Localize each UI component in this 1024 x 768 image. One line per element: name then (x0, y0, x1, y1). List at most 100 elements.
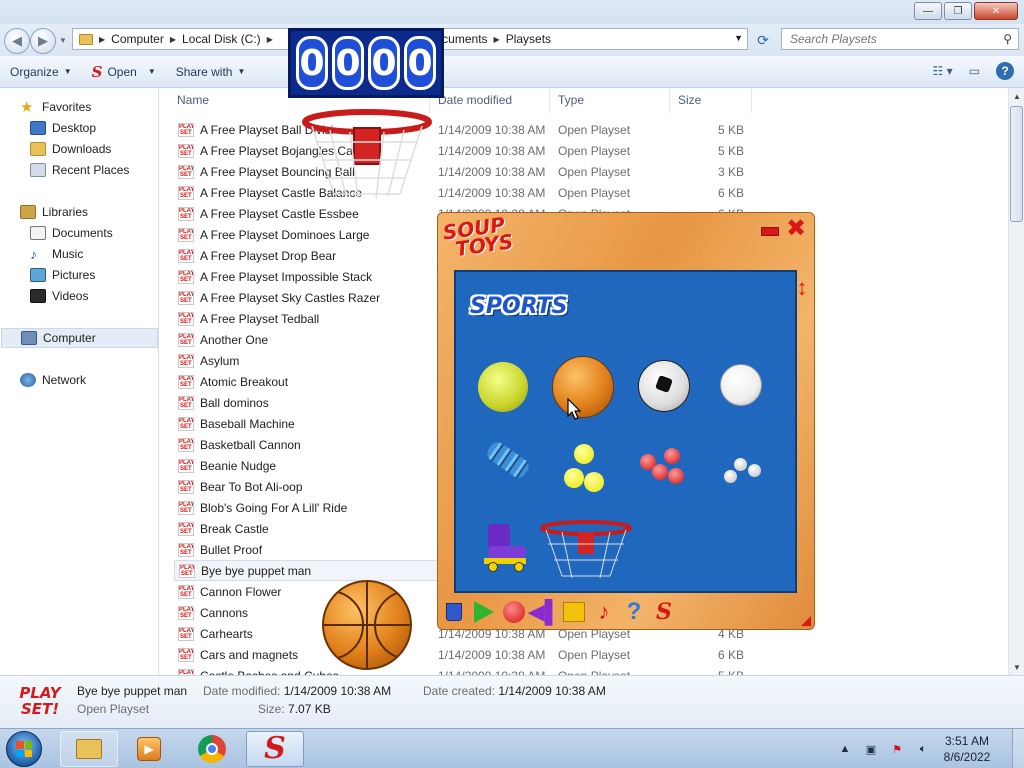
stop-icon[interactable] (502, 600, 526, 624)
nav-label: Libraries (42, 205, 89, 219)
resize-grip-icon[interactable] (801, 616, 811, 626)
yellow-balls-item[interactable] (564, 444, 606, 494)
score-digit: 0 (368, 36, 400, 90)
taskbar-chrome[interactable] (183, 731, 241, 767)
file-name: A Free Playset Dominoes Large (200, 227, 370, 242)
rewind-icon[interactable]: ◀▌ (528, 599, 561, 624)
recent-pages-chevron-icon[interactable]: ▼ (59, 36, 67, 45)
playset-minimize-button[interactable] (761, 227, 779, 236)
breadcrumb-local-disk[interactable]: Local Disk (C:) (182, 32, 261, 46)
file-row[interactable]: A Free Playset Bouncing Ball1/14/2009 10… (174, 161, 752, 182)
soup-logo-icon[interactable]: S (652, 599, 676, 625)
file-row[interactable]: A Free Playset Castle Balance1/14/2009 1… (174, 182, 752, 203)
vertical-scrollbar[interactable]: ▲ ▼ (1008, 88, 1024, 675)
file-date-modified: 1/14/2009 10:38 AM (438, 164, 546, 179)
playset-file-icon (178, 164, 194, 179)
close-button[interactable]: ✕ (974, 2, 1018, 20)
taskbar-media-player[interactable]: ▶ (120, 731, 178, 767)
navigation-pane: ★ Favorites Desktop Downloads Recent Plac… (0, 88, 159, 675)
scroll-down-icon[interactable]: ▼ (1009, 659, 1024, 675)
show-hidden-icons-icon[interactable]: ▲ (838, 742, 852, 756)
playset-file-icon (178, 647, 194, 662)
maximize-button[interactable]: ❐ (944, 2, 972, 20)
action-center-flag-icon[interactable]: ⚑ (890, 742, 904, 756)
basketball-hoop-sprite[interactable] (300, 108, 434, 200)
music-icon[interactable]: ♪ (592, 599, 616, 624)
breadcrumb-separator-icon[interactable]: ▶ (99, 35, 105, 44)
minimize-button[interactable]: — (914, 2, 942, 20)
column-date-modified[interactable]: Date modified (430, 88, 550, 113)
red-balls-item[interactable] (640, 448, 686, 490)
tennis-ball-item[interactable] (478, 362, 528, 412)
refresh-button[interactable]: ⟳ (752, 29, 774, 51)
column-size[interactable]: Size (670, 88, 752, 113)
help-icon[interactable]: ? (996, 62, 1014, 80)
scroll-thumb[interactable] (1010, 106, 1023, 222)
back-button[interactable]: ◀ (4, 28, 30, 54)
chrome-icon (198, 735, 226, 763)
file-row[interactable]: Castle Bashes and Cubes1/14/2009 10:38 A… (174, 665, 752, 675)
open-button[interactable]: S Open ▼ (82, 56, 166, 87)
breadcrumb-separator-icon[interactable]: ▶ (267, 35, 273, 44)
windows-logo-icon (16, 741, 32, 757)
help-icon[interactable]: ? (622, 598, 646, 625)
taskbar-playsets[interactable]: S (246, 731, 304, 767)
basketball-sprite[interactable] (322, 580, 412, 670)
nav-computer[interactable]: Computer (1, 328, 158, 348)
breadcrumb-computer[interactable]: Computer (111, 32, 164, 46)
taskbar-explorer[interactable] (60, 731, 118, 767)
basketball-item[interactable] (552, 356, 614, 418)
file-row[interactable]: A Free Playset Bojangles Castle1/14/2009… (174, 140, 752, 161)
logo-line: SET! (20, 700, 60, 718)
playset-file-icon (178, 437, 194, 452)
file-name: Asylum (200, 353, 240, 368)
playset-window[interactable]: SOUP TOYS ✖ ↕ SPORTS ◀▌ ♪ ? S (437, 212, 815, 630)
share-with-button[interactable]: Share with ▼ (166, 56, 256, 87)
nav-label: Downloads (52, 142, 112, 156)
address-row: ◀ ▶ ▼ ▶ Computer ▶ Local Disk (C:) ▶ Doc… (0, 24, 1024, 56)
network-status-icon[interactable]: ▣ (864, 742, 878, 756)
nav-network[interactable]: Network (20, 370, 177, 390)
spring-item[interactable] (484, 439, 532, 481)
baseball-item[interactable] (720, 364, 762, 406)
title-bar: — ❐ ✕ (0, 0, 1024, 24)
nav-libraries[interactable]: Libraries (20, 202, 177, 222)
scroll-up-icon[interactable]: ▲ (1009, 88, 1024, 104)
breadcrumb-separator-icon[interactable]: ▶ (494, 35, 500, 44)
file-row[interactable]: Cars and magnets1/14/2009 10:38 AMOpen P… (174, 644, 752, 665)
search-input[interactable] (790, 32, 990, 46)
address-dropdown-icon[interactable]: ▼ (734, 33, 743, 43)
breadcrumb-separator-icon[interactable]: ▶ (170, 35, 176, 44)
breadcrumb-playsets[interactable]: Playsets (506, 32, 551, 46)
explorer-folder-icon (76, 739, 102, 759)
nav-favorites[interactable]: ★ Favorites (20, 97, 177, 117)
chevron-down-icon[interactable]: ▼ (148, 67, 156, 76)
details-value: 1/14/2009 10:38 AM (498, 684, 606, 698)
search-box[interactable]: ⚲ (781, 28, 1019, 50)
forward-button[interactable]: ▶ (30, 28, 56, 54)
start-button[interactable] (6, 731, 42, 767)
soccer-ball-item[interactable] (638, 360, 690, 412)
organize-button[interactable]: Organize ▼ (0, 56, 82, 87)
playset-scroll-arrows-icon[interactable]: ↕ (795, 277, 809, 327)
roller-skate-item[interactable] (480, 524, 528, 572)
details-label: Date created: (423, 684, 496, 698)
white-balls-item[interactable] (724, 458, 764, 486)
bucket-icon[interactable] (442, 600, 466, 624)
volume-icon[interactable]: 🔈︎ (916, 742, 930, 756)
file-type: Open Playset (558, 143, 631, 158)
preview-pane-icon[interactable]: ▭ (969, 64, 980, 78)
play-icon[interactable] (472, 600, 496, 624)
square-icon[interactable] (562, 600, 586, 624)
file-row[interactable]: A Free Playset Ball Divisi1/14/2009 10:3… (174, 119, 752, 140)
playset-file-icon (178, 269, 194, 284)
playset-close-button[interactable]: ✖ (786, 217, 806, 241)
show-desktop-button[interactable] (1012, 729, 1024, 768)
column-type[interactable]: Type (550, 88, 670, 113)
search-icon[interactable]: ⚲ (1003, 32, 1012, 46)
view-options-icon[interactable]: ☷ ▾ (933, 64, 953, 78)
basketball-hoop-item[interactable] (540, 520, 632, 580)
clock[interactable]: 3:51 AM 8/6/2022 (936, 733, 998, 765)
playset-file-icon (178, 227, 194, 242)
details-created: Date created: 1/14/2009 10:38 AM (423, 684, 606, 698)
